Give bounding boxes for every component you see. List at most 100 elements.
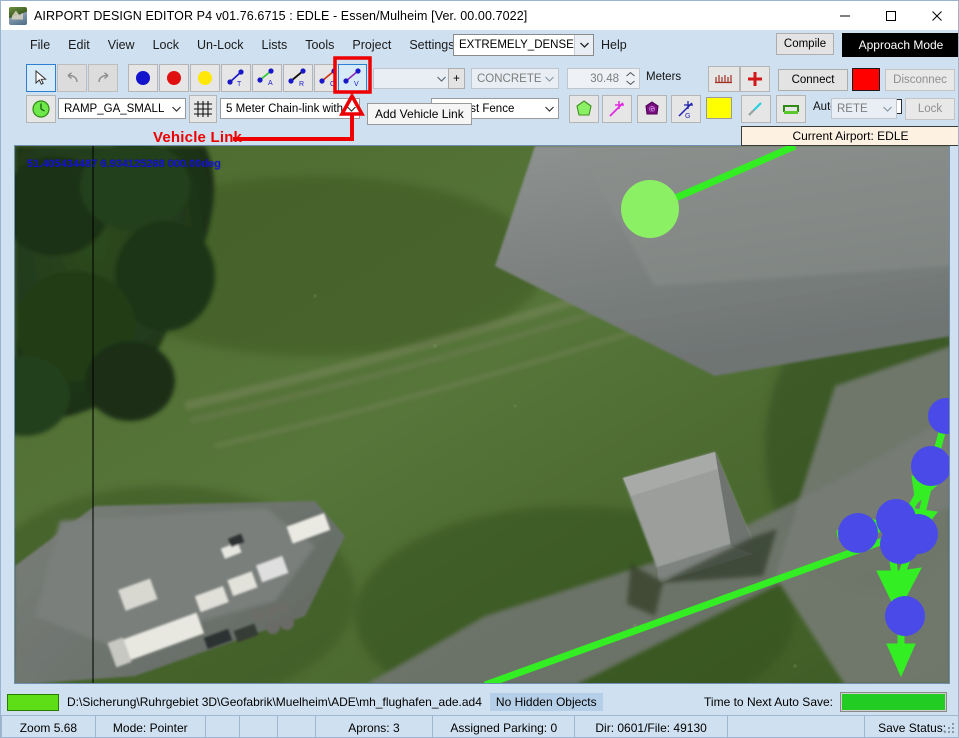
- menu-item-tools[interactable]: Tools: [296, 34, 343, 56]
- svg-text:T: T: [237, 81, 242, 88]
- node: [880, 524, 920, 564]
- application-window: AIRPORT DESIGN EDITOR P4 v01.76.6715 : E…: [0, 0, 959, 738]
- node: [885, 596, 925, 636]
- current-airport-tooltip: Current Airport: EDLE: [741, 126, 958, 146]
- surface-type-combo[interactable]: CONCRETE: [471, 68, 559, 89]
- yellow-node-button[interactable]: [190, 64, 220, 92]
- status-spare-3: [278, 716, 316, 737]
- status-spare-1: [206, 716, 240, 737]
- status-mode: Mode: Pointer: [96, 716, 206, 737]
- svg-text:G: G: [650, 108, 655, 114]
- fence-type-value: 5 Meter Chain-link with b: [226, 102, 344, 115]
- add-taxi-link-button[interactable]: T: [221, 64, 251, 92]
- chevron-down-icon: [541, 106, 558, 112]
- compile-button[interactable]: Compile: [776, 33, 834, 55]
- status-spare-4: [728, 716, 866, 737]
- parking-spot: [621, 180, 679, 238]
- taxiway-network-overlay[interactable]: [15, 146, 950, 684]
- clock-tool-button[interactable]: [26, 95, 56, 123]
- add-vehicle-link-button[interactable]: V: [338, 64, 367, 92]
- svg-text:G: G: [685, 113, 690, 119]
- pointer-tool-button[interactable]: [26, 64, 56, 92]
- menu-item-project[interactable]: Project: [343, 34, 400, 56]
- add-link-name-button[interactable]: +: [448, 68, 465, 89]
- hidden-objects-status[interactable]: No Hidden Objects: [489, 693, 603, 711]
- annotation-label: Vehicle Link: [153, 129, 243, 146]
- crosshair-tool-button[interactable]: [740, 66, 770, 92]
- status-dir-file: Dir: 0601/File: 49130: [575, 716, 728, 737]
- grid-tool-button[interactable]: [189, 95, 217, 123]
- svg-text:V: V: [354, 81, 359, 88]
- cyan-link-button[interactable]: [741, 95, 771, 123]
- menu-item-help[interactable]: Help: [601, 38, 627, 52]
- app-icon: [9, 6, 27, 25]
- width-spinner[interactable]: 30.48: [567, 68, 640, 89]
- maximize-button[interactable]: [868, 1, 914, 30]
- undo-button[interactable]: [57, 64, 87, 92]
- status-parking: Assigned Parking: 0: [433, 716, 576, 737]
- ramp-type-value: RAMP_GA_SMALL: [64, 102, 165, 115]
- chevron-down-icon: [168, 106, 185, 112]
- close-button[interactable]: [914, 1, 958, 30]
- add-runway-link-button[interactable]: R: [283, 64, 313, 92]
- ramp-type-combo[interactable]: RAMP_GA_SMALL: [58, 98, 186, 119]
- jetway-button[interactable]: [776, 95, 806, 123]
- density-dropdown[interactable]: EXTREMELY_DENSE: [453, 34, 594, 56]
- gate-link-button[interactable]: G: [671, 95, 701, 123]
- width-value: 30.48: [590, 72, 619, 85]
- node: [928, 398, 949, 434]
- window-controls: [822, 1, 958, 30]
- units-label: Meters: [646, 71, 682, 83]
- node: [838, 513, 878, 553]
- lock-button[interactable]: Lock: [905, 98, 955, 120]
- chevron-down-icon: [879, 106, 896, 112]
- redo-button[interactable]: [88, 64, 118, 92]
- menu-item-unlock[interactable]: Un-Lock: [188, 34, 253, 56]
- menu-item-file[interactable]: File: [21, 34, 59, 56]
- toolbar: T A R C V + CONCRETE 30.48 Meters Connec…: [1, 60, 958, 126]
- chevron-down-icon: [343, 106, 359, 112]
- purple-gate-button[interactable]: G: [637, 95, 667, 123]
- resize-grip[interactable]: [943, 722, 955, 734]
- status-zoom: Zoom 5.68: [1, 716, 96, 737]
- surface2-value: RETE: [837, 102, 868, 115]
- node: [911, 446, 949, 486]
- menu-item-lists[interactable]: Lists: [253, 34, 297, 56]
- apron-polygon-button[interactable]: [569, 95, 599, 123]
- connect-button[interactable]: Connect: [778, 69, 848, 91]
- vehicle-link-long: [483, 532, 899, 683]
- link-name-combo[interactable]: [373, 68, 451, 89]
- svg-text:A: A: [268, 80, 273, 87]
- surface2-combo[interactable]: RETE: [831, 98, 897, 119]
- disconnect-button[interactable]: Disconnec: [885, 69, 955, 91]
- density-value: EXTREMELY_DENSE: [459, 39, 574, 51]
- window-title: AIRPORT DESIGN EDITOR P4 v01.76.6715 : E…: [34, 8, 528, 23]
- status-aprons: Aprons: 3: [316, 716, 434, 737]
- chevron-down-icon: [541, 76, 558, 82]
- fence-type-combo[interactable]: 5 Meter Chain-link with b: [220, 98, 360, 119]
- project-path: D:\Sicherung\Ruhrgebiet 3D\Geofabrik\Mue…: [67, 695, 482, 709]
- svg-text:C: C: [330, 81, 335, 88]
- menu-item-lock[interactable]: Lock: [144, 34, 188, 56]
- surface-type-value: CONCRETE: [477, 72, 542, 85]
- spinner-arrows[interactable]: [623, 70, 638, 87]
- menu-item-view[interactable]: View: [99, 34, 144, 56]
- progress-indicator: [7, 693, 59, 711]
- blue-node-button[interactable]: [128, 64, 158, 92]
- map-coordinates: 51.405434487 6.934125268 000.00deg: [27, 158, 221, 170]
- link-color-swatch[interactable]: [852, 68, 880, 91]
- yellow-color-swatch[interactable]: [706, 97, 732, 119]
- add-vehicle-link-tooltip: Add Vehicle Link: [367, 103, 472, 125]
- approach-mode-button[interactable]: Approach Mode: [842, 33, 958, 57]
- ruler-tool-button[interactable]: [708, 66, 740, 92]
- svg-text:R: R: [299, 81, 304, 88]
- map-canvas[interactable]: 51.405434487 6.934125268 000.00deg: [14, 145, 950, 684]
- menu-item-edit[interactable]: Edit: [59, 34, 99, 56]
- add-apron-link-button[interactable]: A: [252, 64, 282, 92]
- minimize-button[interactable]: [822, 1, 868, 30]
- chevron-down-icon[interactable]: [574, 35, 593, 55]
- magenta-link-button[interactable]: [602, 95, 632, 123]
- red-node-button[interactable]: [159, 64, 189, 92]
- autosave-label: Time to Next Auto Save:: [704, 695, 833, 709]
- info-bar: D:\Sicherung\Ruhrgebiet 3D\Geofabrik\Mue…: [1, 689, 958, 715]
